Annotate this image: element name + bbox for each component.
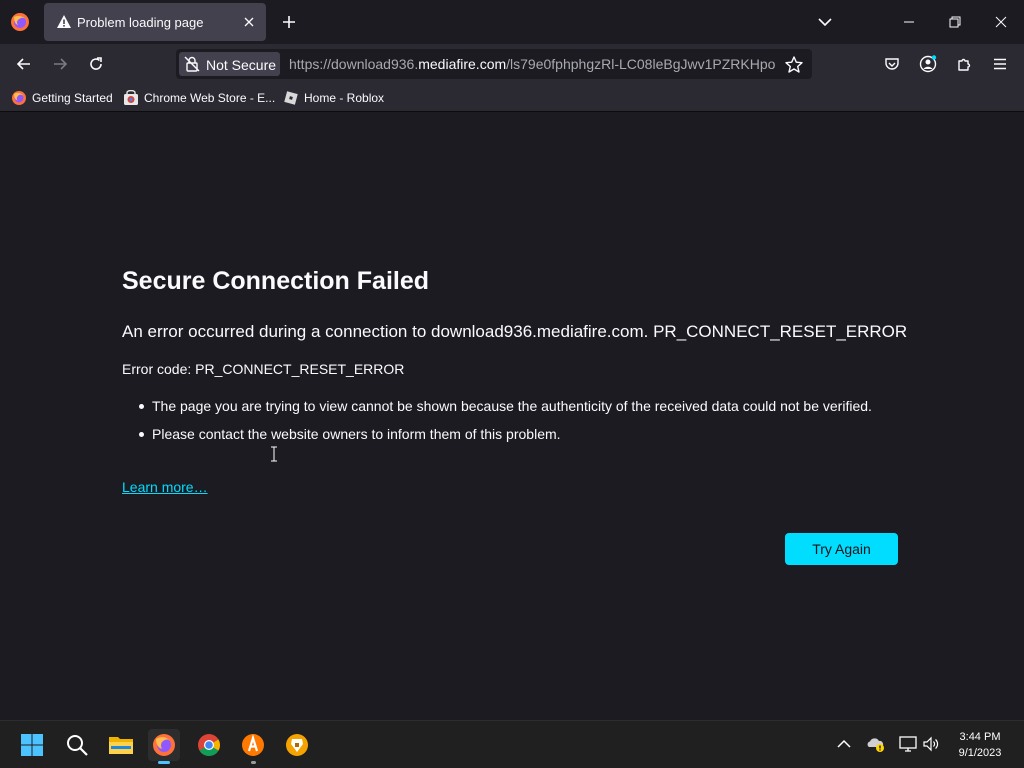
restore-icon	[949, 16, 961, 28]
url-path: /ls79e0fphphgzRl-LC08leBgJwv1PZRKHpoiZ	[506, 56, 776, 72]
clock-date: 9/1/2023	[958, 747, 1002, 759]
list-item: Please contact the website owners to inf…	[139, 424, 892, 444]
arrow-right-icon	[54, 58, 68, 70]
list-all-tabs-button[interactable]	[814, 11, 836, 33]
bookmark-getting-started[interactable]: Getting Started	[11, 89, 113, 107]
new-tab-button[interactable]	[278, 11, 300, 33]
firefox-icon	[153, 734, 175, 756]
clock-time: 3:44 PM	[959, 731, 1001, 743]
hamburger-icon	[994, 58, 1006, 70]
close-icon	[995, 16, 1007, 28]
warning-icon	[57, 15, 71, 28]
search-button[interactable]	[61, 729, 93, 761]
tab-title: Problem loading page	[77, 15, 204, 30]
bookmark-label: Getting Started	[32, 91, 113, 105]
tab-strip: Problem loading page	[0, 0, 1024, 44]
bookmark-home-roblox[interactable]: Home - Roblox	[283, 89, 384, 107]
error-page: Secure Connection Failed An error occurr…	[0, 113, 1024, 720]
taskbar-chrome-button[interactable]	[193, 729, 225, 761]
start-icon	[21, 734, 43, 756]
extensions-button[interactable]	[950, 50, 978, 78]
try-again-button[interactable]: Try Again	[785, 533, 898, 565]
list-item: The page you are trying to view cannot b…	[139, 396, 892, 416]
start-button[interactable]	[16, 729, 48, 761]
onedrive-button[interactable]	[866, 734, 886, 754]
back-button[interactable]	[10, 50, 38, 78]
chevron-down-icon	[818, 18, 832, 27]
avast-icon	[242, 734, 264, 756]
running-indicator	[251, 761, 256, 764]
show-hidden-icons-button[interactable]	[834, 734, 854, 754]
error-code: Error code: PR_CONNECT_RESET_ERROR	[122, 361, 405, 377]
broken-lock-icon	[184, 56, 200, 72]
text-cursor-icon	[271, 446, 277, 462]
navigation-toolbar: Not Secure https://download936.mediafire…	[0, 44, 1024, 84]
arrow-left-icon	[16, 58, 30, 70]
error-short-description: An error occurred during a connection to…	[122, 322, 908, 341]
tab-close-button[interactable]	[240, 13, 258, 31]
close-icon	[244, 17, 254, 27]
taskbar-firefox-button[interactable]	[148, 729, 180, 764]
bookmarks-toolbar: Getting Started Chrome Web Store - E... …	[0, 84, 1024, 112]
pocket-icon	[885, 58, 899, 70]
error-details-list: The page you are trying to view cannot b…	[139, 396, 892, 452]
site-security-indicator[interactable]: Not Secure	[179, 52, 280, 76]
page-title: Secure Connection Failed	[122, 267, 430, 295]
learn-more-link[interactable]: Learn more…	[122, 479, 208, 495]
network-button[interactable]	[898, 734, 918, 754]
url-text[interactable]: https://download936.mediafire.com/ls79e0…	[289, 56, 776, 72]
chrome-web-store-icon	[123, 90, 139, 106]
bookmark-label: Chrome Web Store - E...	[144, 91, 276, 105]
minimize-button[interactable]	[886, 0, 932, 44]
bookmark-label: Home - Roblox	[304, 91, 385, 105]
close-window-button[interactable]	[978, 0, 1024, 44]
url-bar[interactable]: Not Secure https://download936.mediafire…	[176, 49, 812, 79]
account-button[interactable]	[914, 50, 942, 78]
system-clock[interactable]: 3:44 PM 9/1/2023	[948, 729, 1012, 761]
file-explorer-button[interactable]	[105, 729, 137, 761]
file-explorer-icon	[109, 737, 133, 754]
search-icon	[67, 735, 88, 756]
tab-active[interactable]: Problem loading page	[44, 3, 266, 41]
plus-icon	[283, 16, 295, 28]
brave-icon	[286, 734, 308, 756]
reload-icon	[90, 57, 102, 70]
bookmark-star-icon[interactable]	[784, 55, 804, 75]
speaker-icon	[923, 736, 939, 752]
menu-button[interactable]	[986, 50, 1014, 78]
bookmark-chrome-web-store[interactable]: Chrome Web Store - E...	[123, 89, 275, 107]
forward-button[interactable]	[46, 50, 74, 78]
taskbar-avast-button[interactable]	[237, 729, 269, 764]
url-domain: mediafire.com	[418, 56, 507, 72]
chrome-icon	[198, 734, 220, 756]
taskbar-brave-button[interactable]	[281, 729, 313, 761]
taskbar: 3:44 PM 9/1/2023	[0, 720, 1024, 768]
pocket-button[interactable]	[878, 50, 906, 78]
onedrive-warning-icon	[867, 738, 884, 752]
firefox-view-button[interactable]	[8, 10, 32, 34]
chevron-up-icon	[837, 739, 851, 748]
account-icon	[919, 55, 937, 73]
roblox-icon	[283, 90, 299, 106]
security-label: Not Secure	[206, 57, 277, 73]
restore-button[interactable]	[932, 0, 978, 44]
puzzle-icon	[958, 58, 971, 71]
active-indicator	[158, 761, 170, 764]
minimize-icon	[904, 21, 914, 23]
firefox-icon	[11, 13, 29, 31]
volume-button[interactable]	[921, 734, 941, 754]
network-icon	[899, 736, 917, 752]
firefox-icon	[11, 90, 27, 106]
url-prefix: https://download936.	[289, 56, 419, 72]
reload-button[interactable]	[82, 50, 110, 78]
